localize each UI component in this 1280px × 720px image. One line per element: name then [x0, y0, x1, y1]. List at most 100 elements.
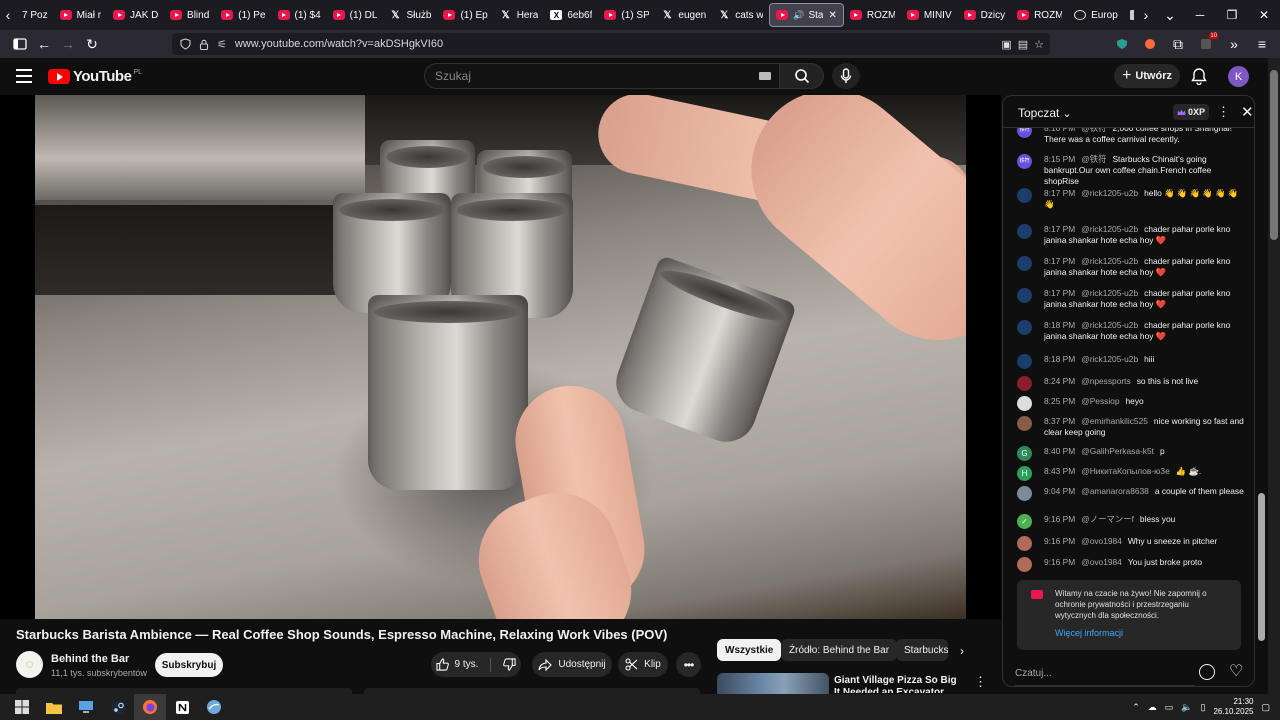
channel-name[interactable]: Behind the Bar — [51, 653, 129, 665]
browser-tab[interactable]: X 6eb6f — [544, 3, 598, 27]
tray-overflow-icon[interactable]: ⌃ — [1132, 702, 1140, 713]
restore-icon[interactable]: ❐ — [1216, 0, 1248, 30]
steam-icon[interactable] — [102, 694, 134, 720]
chat-author-name[interactable]: @emirhankilic525 — [1081, 416, 1148, 426]
chat-author-avatar[interactable] — [1017, 224, 1032, 239]
chat-author-name[interactable]: @npessports — [1081, 376, 1130, 386]
chat-author-name[interactable]: @rick1205-u2b — [1081, 256, 1138, 266]
computer-icon[interactable] — [70, 694, 102, 720]
file-explorer-icon[interactable] — [38, 694, 70, 720]
chip-all[interactable]: Wszystkie — [717, 639, 782, 661]
chat-author-name[interactable]: @rick1205-u2b — [1081, 354, 1138, 364]
chips-next-icon[interactable]: › — [960, 644, 964, 658]
adblock-extension-icon[interactable]: 10 — [1194, 32, 1218, 56]
browser-tab[interactable]: 𝕏eugen — [655, 3, 712, 27]
chat-author-avatar[interactable]: 铁符 — [1017, 154, 1032, 169]
reader-view-icon[interactable]: ▤ — [1018, 38, 1028, 51]
notion-icon[interactable] — [166, 694, 198, 720]
page-scrollbar-thumb[interactable] — [1270, 70, 1278, 240]
chat-scrollbar[interactable] — [1256, 95, 1268, 655]
chat-author-avatar[interactable] — [1017, 288, 1032, 303]
browser-tab[interactable]: 𝕏cats w — [712, 3, 769, 27]
chat-author-avatar[interactable]: G — [1017, 446, 1032, 461]
chat-message[interactable]: 8:37 PM @emirhankilic525 nice working so f… — [1017, 416, 1245, 438]
volume-icon[interactable]: 🔈 — [1181, 702, 1192, 713]
browser-tab-active[interactable]: 🔊 Sta ✕ — [769, 3, 844, 27]
chat-author-avatar[interactable] — [1017, 396, 1032, 411]
heart-reaction-icon[interactable]: ♡ — [1229, 661, 1243, 681]
url-bar[interactable]: ⚟ www.youtube.com/watch?v=akDSHgkVI60 ▣ … — [172, 33, 1050, 55]
chat-message[interactable]: 8:25 PM @Pessiop heyo — [1017, 396, 1245, 411]
shield-icon[interactable] — [180, 38, 191, 50]
chat-author-avatar[interactable] — [1017, 536, 1032, 551]
browser-tab[interactable]: 𝕏 Służb — [383, 3, 437, 27]
chat-author-avatar[interactable] — [1017, 416, 1032, 431]
browser-tab[interactable]: Europ — [1068, 3, 1124, 27]
chat-author-avatar[interactable]: ✓ — [1017, 514, 1032, 529]
app-globe-icon[interactable] — [198, 694, 230, 720]
search-button[interactable] — [780, 63, 824, 89]
chat-author-avatar[interactable] — [1017, 256, 1032, 271]
clock[interactable]: 21:30 26.10.2025 — [1213, 697, 1253, 717]
firefox-icon[interactable] — [134, 694, 166, 720]
subscribe-button[interactable]: Subskrybuj — [155, 653, 223, 677]
chat-author-avatar[interactable] — [1017, 354, 1032, 369]
chat-mode-dropdown[interactable]: Topczat — [1018, 106, 1072, 120]
chat-message[interactable]: 8:17 PM @rick1205-u2b hello 👋 👋 👋 👋 👋 👋 👋 — [1017, 188, 1245, 210]
tab-close-icon[interactable]: ✕ — [828, 10, 836, 21]
browser-tab[interactable]: Dzicy — [958, 3, 1011, 27]
chat-author-name[interactable]: @rick1205-u2b — [1081, 188, 1138, 198]
speaker-icon[interactable]: 🔊 — [793, 10, 804, 21]
notifications-bell-icon[interactable] — [1191, 67, 1207, 85]
browser-tab[interactable]: (1) DL — [327, 3, 384, 27]
forward-icon[interactable]: → — [56, 32, 80, 56]
chat-author-name[interactable]: @amanarora8638 — [1081, 486, 1149, 496]
browser-tab[interactable]: 7 Poz — [16, 3, 54, 27]
browser-tab[interactable]: (1) Ep — [437, 3, 493, 27]
permissions-icon[interactable]: ⚟ — [217, 38, 227, 51]
notice-learn-more-link[interactable]: Więcej informacji — [1055, 628, 1123, 638]
overflow-menu-icon[interactable]: » — [1222, 32, 1246, 56]
bookmark-star-icon[interactable]: ☆ — [1034, 38, 1044, 51]
chat-message[interactable]: G 8:40 PM @GalihPerkasa-k5t p — [1017, 446, 1245, 461]
recommendation-more-icon[interactable]: ⋮ — [974, 674, 987, 690]
notifications-icon[interactable]: ▢ — [1261, 702, 1270, 713]
close-window-icon[interactable]: ✕ — [1248, 0, 1280, 30]
vpn-extension-icon[interactable] — [1110, 32, 1134, 56]
chat-message[interactable]: 8:18 PM @rick1205-u2b chader pahar porle k… — [1017, 320, 1245, 342]
windows-start-icon[interactable] — [6, 694, 38, 720]
chat-author-name[interactable]: @НикитаКопылов-ю3е — [1081, 466, 1170, 476]
browser-tab[interactable]: (1) SP — [598, 3, 655, 27]
page-scrollbar[interactable] — [1268, 58, 1280, 694]
chat-author-name[interactable]: @铁符 — [1081, 128, 1106, 133]
chat-author-avatar[interactable] — [1017, 188, 1032, 203]
browser-tab[interactable]: 𝕏 Hera — [494, 3, 545, 27]
video-frame[interactable] — [35, 95, 966, 619]
tab-scroll-left-icon[interactable]: ‹ — [0, 0, 16, 30]
chat-author-name[interactable]: @rick1205-u2b — [1081, 320, 1138, 330]
chat-message[interactable]: 8:18 PM @rick1205-u2b hiii — [1017, 354, 1245, 369]
picture-in-picture-icon[interactable]: ▣ — [1001, 38, 1011, 51]
chat-author-name[interactable]: @ノーマンーf — [1081, 514, 1134, 524]
network-icon[interactable]: ▭ — [1165, 702, 1174, 713]
chat-author-name[interactable]: @Pessiop — [1081, 396, 1119, 406]
like-button[interactable]: 9 tys. — [435, 658, 478, 671]
browser-tab[interactable]: ROZM — [1011, 3, 1068, 27]
video-player[interactable] — [0, 95, 1001, 619]
chat-author-avatar[interactable] — [1017, 320, 1032, 335]
guide-menu-icon[interactable] — [16, 69, 32, 83]
chat-close-icon[interactable]: ✕ — [1241, 103, 1254, 121]
chip-source[interactable]: Źródło: Behind the Bar — [781, 639, 898, 661]
url-text[interactable]: www.youtube.com/watch?v=akDSHgkVI60 — [235, 38, 443, 50]
onedrive-icon[interactable]: ☁ — [1148, 702, 1157, 713]
chat-author-name[interactable]: @ovo1984 — [1081, 557, 1122, 567]
youtube-logo[interactable]: YouTube PL — [48, 68, 142, 85]
chat-message[interactable]: 9:16 PM @ovo1984 You just broke proto — [1017, 557, 1245, 572]
chat-author-avatar[interactable] — [1017, 557, 1032, 572]
chat-message[interactable]: H 8:43 PM @НикитаКопылов-ю3е 👍 ☕. — [1017, 466, 1245, 481]
sidebar-toggle-icon[interactable] — [8, 32, 32, 56]
browser-tab[interactable]: cwels — [1124, 3, 1134, 27]
chat-scrollbar-thumb[interactable] — [1258, 493, 1265, 641]
chat-message[interactable]: 8:17 PM @rick1205-u2b chader pahar porle k… — [1017, 256, 1245, 278]
account-avatar[interactable]: K — [1228, 66, 1249, 87]
